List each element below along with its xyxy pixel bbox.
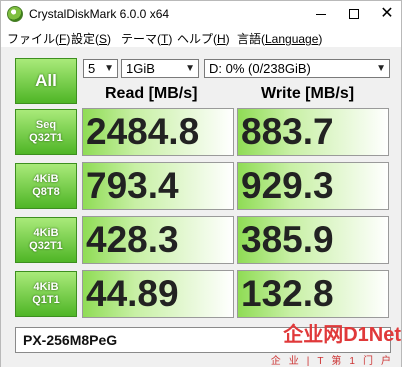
watermark-main-text: 企业网D1Net xyxy=(283,324,401,346)
seq-q32t1-test-button[interactable]: Seq Q32T1 xyxy=(15,109,77,155)
window-title: CrystalDiskMark 6.0.0 x64 xyxy=(29,7,170,21)
watermark-sub-text: 企业|T第1门户 xyxy=(270,356,399,367)
read-result-cell: 428.3 xyxy=(82,216,234,264)
read-value: 428.3 xyxy=(86,219,179,260)
write-value: 883.7 xyxy=(241,111,334,152)
maximize-icon xyxy=(349,9,359,19)
watermark-logo: 企业网D1Net 企业|T第1门户 xyxy=(235,271,402,368)
4kib-q8t8-test-button[interactable]: 4KiB Q8T8 xyxy=(15,163,77,209)
maximize-button[interactable] xyxy=(338,1,370,27)
row-label-line1: 4KiB xyxy=(33,227,59,239)
minimize-button[interactable] xyxy=(305,1,337,27)
test-size-value: 1GiB xyxy=(126,61,155,76)
write-result-cell: 385.9 xyxy=(237,216,389,264)
drive-select[interactable]: D: 0% (0/238GiB) ▼ xyxy=(204,59,390,78)
write-result-cell: 883.7 xyxy=(237,108,389,156)
read-result-cell: 44.89 xyxy=(82,270,234,318)
read-result-cell: 793.4 xyxy=(82,162,234,210)
row-label-line1: 4KiB xyxy=(33,281,59,293)
row-label-line2: Q1T1 xyxy=(32,294,60,306)
menu-theme[interactable]: テーマ(T) xyxy=(121,30,172,47)
read-value: 44.89 xyxy=(86,273,179,314)
write-column-header: Write [MB/s] xyxy=(261,85,355,102)
read-column-header: Read [MB/s] xyxy=(105,85,198,102)
read-result-cell: 2484.8 xyxy=(82,108,234,156)
test-count-select[interactable]: 5 ▼ xyxy=(83,59,118,78)
row-label-line2: Q8T8 xyxy=(32,186,60,198)
write-result-cell: 929.3 xyxy=(237,162,389,210)
write-value: 929.3 xyxy=(241,165,334,206)
row-label-line1: Seq xyxy=(35,119,57,131)
menu-language[interactable]: 言語(Language) xyxy=(237,30,322,47)
run-all-button[interactable]: All xyxy=(15,58,77,104)
menu-bar: ファイル(F) 設定(S) テーマ(T) ヘルプ(H) 言語(Language) xyxy=(1,27,401,47)
menu-file[interactable]: ファイル(F) xyxy=(7,30,70,47)
read-value: 793.4 xyxy=(86,165,179,206)
crystaldiskmark-app-icon xyxy=(7,6,23,22)
chevron-down-icon: ▼ xyxy=(185,63,195,74)
row-label-line1: 4KiB xyxy=(33,173,59,185)
read-value: 2484.8 xyxy=(86,111,200,152)
menu-settings[interactable]: 設定(S) xyxy=(71,30,111,47)
test-count-value: 5 xyxy=(88,61,96,76)
row-label-line2: Q32T1 xyxy=(29,240,63,252)
close-icon: ✕ xyxy=(380,5,394,22)
test-size-select[interactable]: 1GiB ▼ xyxy=(121,59,199,78)
4kib-q32t1-test-button[interactable]: 4KiB Q32T1 xyxy=(15,217,77,263)
menu-help[interactable]: ヘルプ(H) xyxy=(177,30,230,47)
chevron-down-icon: ▼ xyxy=(376,63,386,74)
row-label-line2: Q32T1 xyxy=(29,132,63,144)
4kib-q1t1-test-button[interactable]: 4KiB Q1T1 xyxy=(15,271,77,317)
minimize-icon xyxy=(316,13,326,15)
write-value: 385.9 xyxy=(241,219,334,260)
drive-value: D: 0% (0/238GiB) xyxy=(209,61,311,76)
app-window: CrystalDiskMark 6.0.0 x64 ✕ ファイル(F) 設定(S… xyxy=(0,0,402,367)
chevron-down-icon: ▼ xyxy=(104,63,114,74)
close-button[interactable]: ✕ xyxy=(371,1,402,27)
title-bar: CrystalDiskMark 6.0.0 x64 ✕ xyxy=(1,1,401,27)
